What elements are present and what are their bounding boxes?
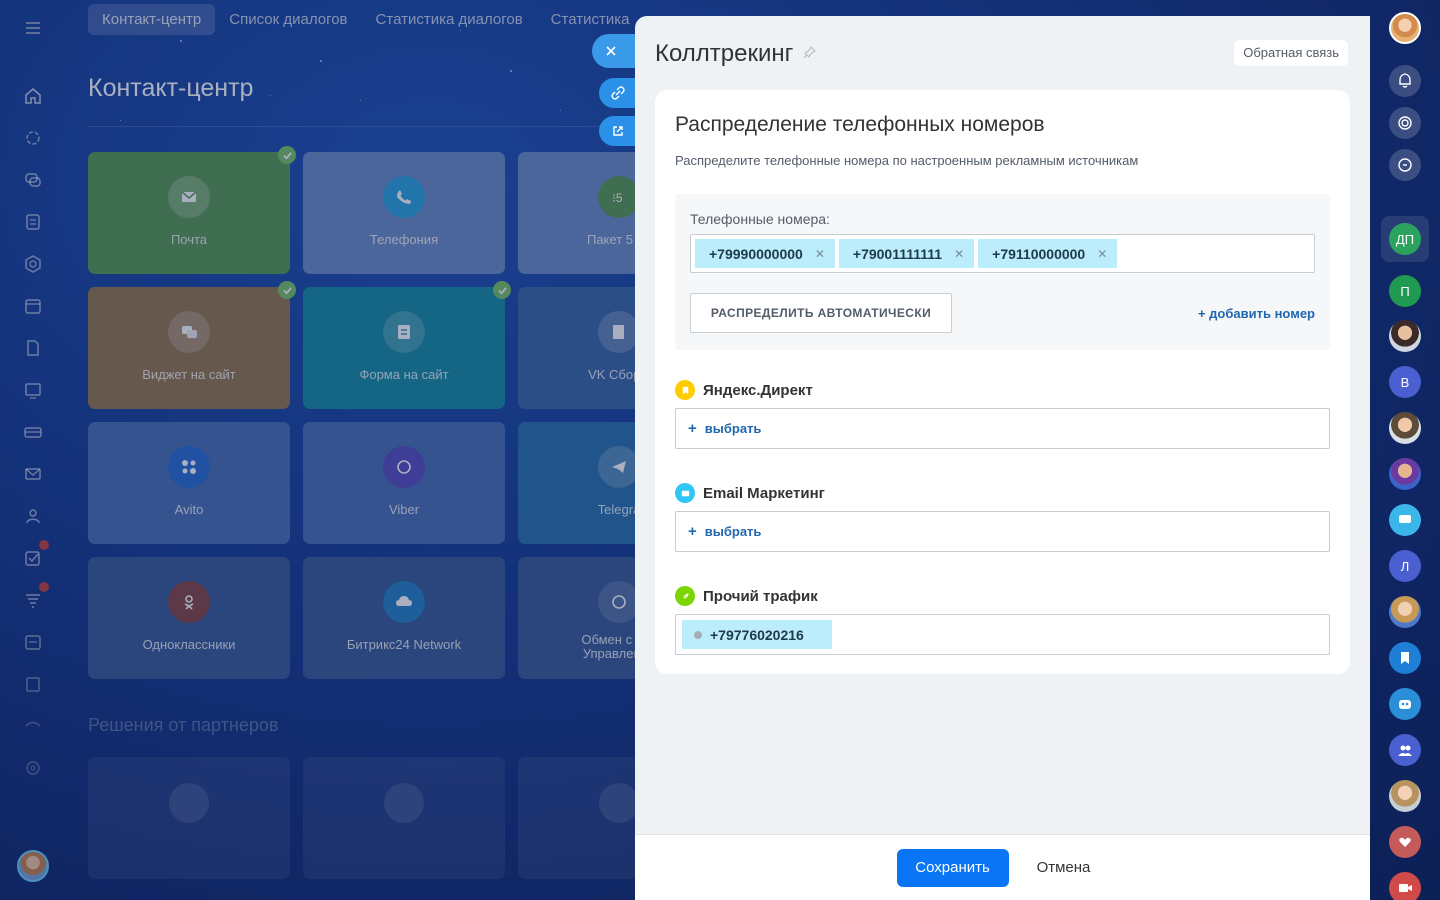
plus-icon: + [688,523,697,540]
chat-v[interactable]: В [1389,366,1421,398]
source-select-field[interactable]: + выбрать [675,511,1330,552]
feedback-button[interactable]: Обратная связь [1234,40,1348,66]
choose-link[interactable]: + выбрать [688,420,761,437]
chat-l[interactable]: Л [1389,550,1421,582]
phone-chip[interactable]: +79001111111 ✕ [838,239,975,268]
choose-label: выбрать [704,421,762,436]
source-select-field[interactable]: +79776020216 [675,614,1330,655]
card-title: Распределение телефонных номеров [675,113,1045,136]
contact-avatar[interactable] [1389,458,1421,490]
distribution-card: Распределение телефонных номеров Распред… [655,90,1350,674]
source-select-field[interactable]: + выбрать [675,408,1330,449]
bookmark-icon[interactable] [1389,642,1421,674]
add-number-link[interactable]: + добавить номер [1198,306,1315,321]
chat-search-icon[interactable] [1389,149,1421,181]
right-sidebar: ДП П В Л [1370,0,1440,900]
contact-avatar[interactable] [1389,412,1421,444]
video-call-icon[interactable] [1389,872,1421,900]
heart-chat-icon[interactable] [1389,826,1421,858]
yandex-direct-icon [675,380,695,400]
panel-title: Коллтрекинг [655,40,794,67]
phones-section: Телефонные номера: +79990000000 ✕ +790011… [675,194,1330,350]
phones-label: Телефонные номера: [690,211,830,227]
phone-chip[interactable]: +79776020216 [682,620,832,649]
chat-initials: Л [1400,558,1410,574]
phone-chip[interactable]: +79990000000 ✕ [695,239,835,268]
cancel-button[interactable]: Отмена [1019,849,1109,887]
phone-number: +79110000000 [992,245,1086,262]
chat-initials: П [1400,283,1410,299]
distribute-automatically-button[interactable]: РАСПРЕДЕЛИТЬ АВТОМАТИЧЕСКИ [690,293,952,333]
chat-bubble-icon[interactable] [1389,504,1421,536]
bot-icon[interactable] [1389,688,1421,720]
chat-dp[interactable]: ДП [1389,223,1421,255]
close-icon [606,46,616,56]
phone-number: +79001111111 [852,245,943,262]
phone-number: +79990000000 [709,245,803,262]
phones-field[interactable]: +79990000000 ✕ +79001111111 ✕ +79110000000… [690,234,1315,273]
pin-icon[interactable] [803,45,817,64]
other-traffic-icon [675,586,695,606]
contact-avatar[interactable] [1389,596,1421,628]
contact-avatar[interactable] [1389,320,1421,352]
chat-initials: ДП [1395,231,1415,247]
plus-icon: + [688,420,697,437]
phone-chip[interactable]: +79110000000 ✕ [978,239,1118,268]
external-link-icon [613,126,623,136]
bell-icon[interactable] [1389,65,1421,97]
calltracking-slider: Коллтрекинг Обратная связь Распределение… [635,16,1370,900]
profile-avatar[interactable] [1389,12,1421,44]
remove-chip-icon[interactable]: ✕ [1097,247,1107,261]
email-marketing-icon [675,483,695,503]
remove-chip-icon[interactable]: ✕ [954,247,964,261]
panel-footer: Сохранить Отмена [635,834,1370,900]
remove-chip-icon[interactable]: ✕ [815,247,825,261]
status-dot [694,630,702,639]
source-title: Прочий трафик [703,587,818,605]
source-yandex-direct: Яндекс.Директ + выбрать [675,380,1330,449]
choose-label: выбрать [704,524,762,539]
source-title: Email Маркетинг [703,484,825,502]
target-icon[interactable] [1389,107,1421,139]
card-description: Распределите телефонные номера по настро… [675,153,1139,168]
link-icon [611,86,625,100]
phone-number: +79776020216 [710,626,804,643]
chat-initials: В [1400,374,1410,390]
group-icon[interactable] [1389,734,1421,766]
source-email-marketing: Email Маркетинг + выбрать [675,483,1330,552]
choose-link[interactable]: + выбрать [688,523,761,540]
chat-p[interactable]: П [1389,275,1421,307]
save-button[interactable]: Сохранить [896,848,1009,887]
source-title: Яндекс.Директ [703,381,813,399]
source-other-traffic: Прочий трафик +79776020216 [675,586,1330,655]
contact-avatar[interactable] [1389,780,1421,812]
